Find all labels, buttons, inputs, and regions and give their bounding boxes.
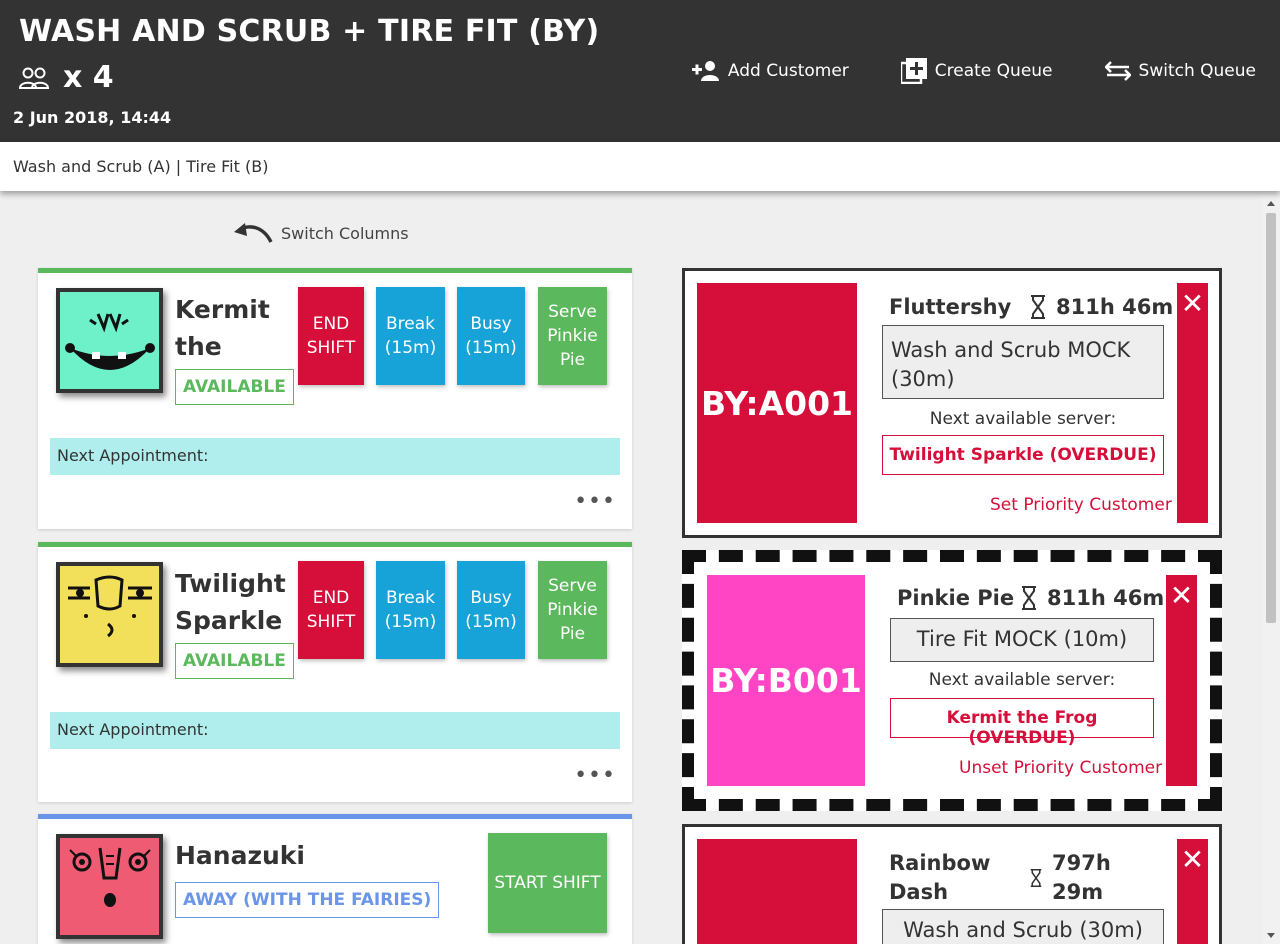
close-ticket-button[interactable]: ✕ — [1177, 839, 1208, 944]
break-button[interactable]: Break (15m) — [376, 287, 445, 385]
ticket-code: BY:A001 — [697, 283, 857, 523]
ticket-card: BY:A001 Fluttershy 811h 46m Wash and Scr… — [682, 268, 1222, 538]
ticket-code — [697, 839, 857, 944]
next-server-label: Next available server: — [928, 670, 1116, 690]
current-date: 2 Jun 2018, 14:44 — [13, 108, 172, 127]
header-actions: Add Customer Create Queue Switch Queue — [691, 58, 1256, 84]
create-queue-label: Create Queue — [934, 61, 1053, 81]
more-options-icon[interactable]: ••• — [574, 765, 616, 787]
next-appointment: Next Appointment: — [50, 438, 620, 475]
wait-time: 811h 46m — [1030, 295, 1173, 319]
avatar — [56, 562, 163, 667]
next-server-button[interactable]: Kermit the Frog (OVERDUE) — [890, 698, 1154, 748]
app-header: WASH AND SCRUB + TIRE FIT (BY) x 4 2 Jun… — [0, 0, 1280, 142]
server-name: Hanazuki — [175, 841, 306, 870]
customer-name: Fluttershy — [889, 295, 1012, 319]
close-ticket-button[interactable]: ✕ — [1166, 575, 1197, 786]
server-card: Kermit the Frog AVAILABLE END SHIFT Brea… — [38, 268, 632, 529]
server-count: x 4 — [19, 60, 114, 95]
swap-arrows-icon — [1104, 61, 1131, 81]
people-icon — [19, 67, 49, 89]
serve-customer-button[interactable]: Serve Pinkie Pie — [538, 287, 607, 385]
customer-name: Pinkie Pie — [897, 586, 1015, 610]
serve-customer-button[interactable]: Serve Pinkie Pie — [538, 561, 607, 659]
add-customer-button[interactable]: Add Customer — [691, 58, 849, 84]
set-priority-link[interactable]: Set Priority Customer — [990, 495, 1172, 515]
server-name: Twilight Sparkle — [175, 569, 286, 635]
close-icon: ✕ — [1169, 579, 1194, 612]
status-badge: AVAILABLE — [175, 643, 294, 679]
switch-queue-button[interactable]: Switch Queue — [1104, 58, 1256, 84]
switch-columns-button[interactable]: Switch Columns — [233, 222, 409, 244]
next-server-button[interactable]: Twilight Sparkle (OVERDUE) — [882, 435, 1164, 475]
customer-name: Rainbow Dash — [889, 851, 991, 904]
wait-time: 811h 46m — [1021, 586, 1164, 610]
status-badge: AWAY (WITH THE FAIRIES) — [175, 882, 440, 918]
add-customer-label: Add Customer — [727, 61, 849, 81]
scroll-up-icon[interactable] — [1267, 201, 1275, 206]
scrollbar-thumb[interactable] — [1266, 213, 1276, 623]
service-name: Wash and Scrub MOCK (30m) — [882, 325, 1164, 399]
close-ticket-button[interactable]: ✕ — [1177, 283, 1208, 523]
wait-time-label: 797h 29m — [1052, 851, 1111, 904]
switch-columns-label: Switch Columns — [281, 223, 409, 243]
switch-queue-label: Switch Queue — [1138, 61, 1256, 81]
ticket-code: BY:B001 — [707, 575, 865, 786]
next-server-label: Next available server: — [929, 409, 1117, 429]
add-box-icon — [900, 58, 927, 84]
create-queue-button[interactable]: Create Queue — [900, 58, 1053, 84]
service-name: Tire Fit MOCK (10m) — [890, 618, 1154, 662]
close-icon: ✕ — [1180, 843, 1205, 876]
ticket-card: Rainbow Dash 797h 29m Wash and Scrub (30… — [682, 824, 1222, 944]
hourglass-icon — [1031, 295, 1045, 319]
close-icon: ✕ — [1180, 287, 1205, 320]
wait-time: 797h 29m — [1030, 849, 1140, 907]
wait-time-label: 811h 46m — [1047, 586, 1165, 610]
undo-arrow-icon — [234, 223, 273, 243]
server-card: Twilight Sparkle AVAILABLE END SHIFT Bre… — [38, 542, 632, 802]
service-name: Wash and Scrub (30m) — [882, 909, 1164, 944]
add-person-icon — [691, 61, 719, 81]
busy-button[interactable]: Busy (15m) — [457, 287, 525, 385]
hourglass-icon — [1022, 586, 1036, 610]
more-options-icon[interactable]: ••• — [574, 491, 616, 513]
next-appointment: Next Appointment: — [50, 712, 620, 749]
start-shift-button[interactable]: START SHIFT — [488, 833, 607, 933]
busy-button[interactable]: Busy (15m) — [457, 561, 525, 659]
break-button[interactable]: Break (15m) — [376, 561, 445, 659]
hourglass-icon — [1030, 868, 1042, 888]
end-shift-button[interactable]: END SHIFT — [298, 561, 364, 659]
avatar — [56, 288, 163, 393]
scroll-down-icon[interactable] — [1267, 933, 1275, 938]
status-badge: AVAILABLE — [175, 369, 294, 405]
page-title: WASH AND SCRUB + TIRE FIT (BY) — [19, 14, 600, 49]
ticket-card-priority: BY:B001 Pinkie Pie 811h 46m Tire Fit MOC… — [682, 550, 1222, 811]
server-card: Hanazuki AWAY (WITH THE FAIRIES) START S… — [38, 814, 632, 944]
avatar — [56, 834, 163, 939]
wait-time-label: 811h 46m — [1056, 295, 1174, 319]
scrollbar[interactable] — [1262, 195, 1280, 944]
queue-breadcrumb: Wash and Scrub (A) | Tire Fit (B) — [0, 142, 1280, 191]
server-count-label: x 4 — [63, 60, 114, 95]
end-shift-button[interactable]: END SHIFT — [298, 287, 364, 385]
unset-priority-link[interactable]: Unset Priority Customer — [959, 758, 1162, 778]
